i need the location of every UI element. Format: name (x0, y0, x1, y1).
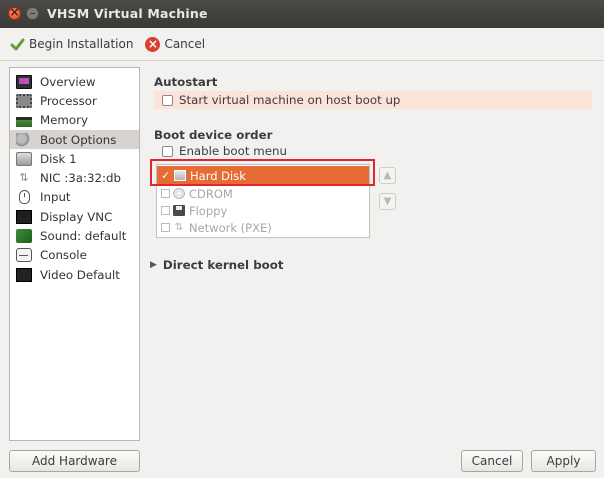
enable-boot-menu-label: Enable boot menu (179, 144, 287, 158)
sidebar-item-sound[interactable]: Sound: default (10, 226, 139, 245)
apply-button[interactable]: Apply (531, 450, 596, 472)
boot-device-label: Floppy (189, 203, 228, 218)
display-icon (16, 209, 32, 224)
boot-device-floppy[interactable]: Floppy (157, 202, 369, 219)
sidebar-item-label: Console (40, 248, 87, 263)
sidebar-item-overview[interactable]: Overview (10, 72, 139, 91)
network-icon: ⇅ (174, 222, 184, 233)
sidebar-item-console[interactable]: Console (10, 246, 139, 265)
cdrom-icon (173, 188, 185, 199)
sidebar-item-label: Overview (40, 74, 96, 89)
window-title: VHSM Virtual Machine (47, 6, 208, 21)
cancel-installation-button[interactable]: × Cancel (139, 31, 211, 57)
boot-device-checkbox[interactable] (161, 206, 170, 215)
gears-icon (16, 132, 32, 147)
network-icon: ⇅ (19, 171, 29, 185)
sidebar-item-label: Disk 1 (40, 151, 77, 166)
sidebar-item-label: Processor (40, 93, 97, 108)
sidebar-item-processor[interactable]: Processor (10, 91, 139, 110)
begin-installation-button[interactable]: Begin Installation (4, 31, 139, 57)
cancel-installation-label: Cancel (164, 37, 206, 51)
boot-device-cdrom[interactable]: CDROM (157, 185, 369, 202)
sound-icon (16, 229, 32, 244)
sidebar-item-input[interactable]: Input (10, 188, 139, 207)
boot-device-hard-disk[interactable]: ✓ Hard Disk (157, 166, 369, 185)
sidebar-item-video[interactable]: Video Default (10, 265, 139, 284)
sidebar-item-label: Memory (40, 113, 88, 128)
minimize-window-icon[interactable] (26, 7, 39, 20)
boot-device-checkbox[interactable] (161, 223, 170, 232)
video-icon (16, 267, 32, 282)
direct-kernel-boot-expander[interactable]: ▶ Direct kernel boot (150, 258, 284, 272)
cpu-icon (16, 93, 32, 108)
move-up-button[interactable]: ▲ (379, 167, 396, 184)
boot-order-title: Boot device order (154, 128, 273, 142)
checkmark-icon[interactable]: ✓ (161, 169, 171, 182)
enable-boot-menu-checkbox[interactable] (162, 145, 173, 157)
toolbar: Begin Installation × Cancel (0, 28, 604, 61)
enable-boot-menu-row: Enable boot menu (162, 144, 287, 158)
hard-disk-icon (174, 170, 186, 181)
sidebar-item-label: Display VNC (40, 209, 113, 224)
boot-device-list: ✓ Hard Disk CDROM Floppy ⇅ Network (PXE) (156, 164, 370, 238)
boot-device-label: Hard Disk (190, 168, 246, 183)
sidebar-item-disk-1[interactable]: Disk 1 (10, 149, 139, 168)
checkmark-icon (10, 37, 25, 52)
mouse-icon (19, 190, 30, 205)
expander-triangle-icon: ▶ (150, 260, 157, 270)
sidebar-item-nic[interactable]: ⇅ NIC :3a:32:db (10, 168, 139, 187)
cancel-icon: × (145, 36, 161, 52)
window-titlebar: VHSM Virtual Machine (0, 0, 604, 28)
sidebar-item-label: Sound: default (40, 229, 127, 244)
begin-installation-label: Begin Installation (29, 37, 134, 51)
boot-device-checkbox[interactable] (161, 189, 170, 198)
sidebar-item-display-vnc[interactable]: Display VNC (10, 207, 139, 226)
boot-device-network[interactable]: ⇅ Network (PXE) (157, 219, 369, 236)
hardware-list: Overview Processor Memory Boot Options D… (9, 67, 140, 441)
sidebar-item-label: NIC :3a:32:db (40, 171, 121, 186)
autostart-label: Start virtual machine on host boot up (179, 93, 401, 107)
sidebar-item-label: Video Default (40, 267, 120, 282)
monitor-icon (16, 74, 32, 89)
boot-device-label: CDROM (189, 186, 233, 201)
memory-icon (16, 116, 32, 127)
sidebar-item-boot-options[interactable]: Boot Options (10, 129, 139, 150)
sidebar-item-memory[interactable]: Memory (10, 111, 139, 130)
console-icon (16, 248, 32, 263)
floppy-icon (173, 205, 185, 216)
move-down-button[interactable]: ▼ (379, 193, 396, 210)
disk-icon (16, 151, 32, 166)
close-window-icon[interactable] (8, 5, 21, 20)
sidebar-item-label: Boot Options (40, 132, 117, 147)
chevron-up-icon: ▲ (383, 170, 392, 181)
autostart-checkbox[interactable] (162, 94, 173, 106)
sidebar-item-label: Input (40, 190, 71, 205)
cancel-button[interactable]: Cancel (461, 450, 523, 472)
chevron-down-icon: ▼ (383, 196, 392, 207)
add-hardware-button[interactable]: Add Hardware (9, 450, 140, 472)
boot-device-label: Network (PXE) (189, 220, 272, 235)
direct-kernel-boot-label: Direct kernel boot (162, 258, 284, 272)
autostart-row: Start virtual machine on host boot up (154, 91, 592, 109)
autostart-title: Autostart (154, 75, 218, 89)
